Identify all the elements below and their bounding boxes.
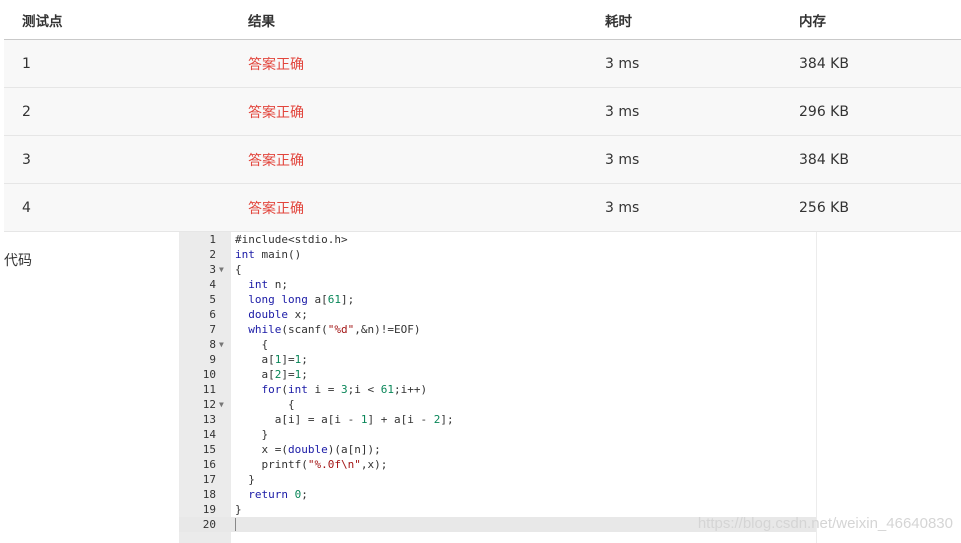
line-number: 2 [209,248,216,261]
code-text: return 0; [248,488,308,501]
code-line[interactable]: 5 long long a[61]; [179,292,816,307]
code-line[interactable]: 3 ▼ { [179,262,816,277]
table-row: 2 答案正确 3 ms 296 KB [4,88,961,136]
result-status: 答案正确 [248,152,304,169]
line-number: 3 [209,263,216,276]
code-line[interactable]: 13 a[i] = a[i - 1] + a[i - 2]; [179,412,816,427]
code-text: { [235,338,269,351]
line-number: 7 [209,323,216,336]
code-line[interactable]: 9 a[1]=1; [179,352,816,367]
code-text: x =(double)(a[n]); [235,443,381,456]
code-line[interactable]: 18 return 0; [179,487,816,502]
header-memory: 内存 [799,13,826,30]
code-text: printf("%.0f\n",x); [235,458,388,471]
line-number: 10 [202,368,216,381]
line-number: 1 [209,233,216,246]
time-value: 3 ms [605,151,640,168]
watermark: https://blog.csdn.net/weixin_46640830 [697,515,953,532]
code-line[interactable]: 15 x =(double)(a[n]); [179,442,816,457]
memory-value: 384 KB [799,151,849,168]
code-line[interactable]: 1 #include<stdio.h> [179,232,816,247]
fold-arrow-icon[interactable]: ▼ [219,262,224,277]
line-number: 6 [209,308,216,321]
result-status: 答案正确 [248,200,304,217]
test-point-id: 3 [22,151,31,168]
code-text: } [235,473,255,486]
code-text: a[i] = a[i - 1] + a[i - 2]; [235,413,454,426]
test-point-id: 1 [22,55,31,72]
code-text: } [235,428,269,441]
line-number: 13 [202,413,216,426]
code-text: long long a[61]; [248,293,355,306]
line-number: 12 [202,398,216,411]
result-status: 答案正确 [248,56,304,73]
code-label: 代码 [4,253,32,269]
code-line[interactable]: 6 double x; [179,307,816,322]
line-number: 18 [202,488,216,501]
code-text: int n; [248,278,288,291]
code-text: { [235,398,295,411]
code-line[interactable]: 8 ▼ { [179,337,816,352]
code-editor[interactable]: 1 #include<stdio.h> 2 int main() 3 ▼{4 int n;… [179,232,817,543]
time-value: 3 ms [605,199,640,216]
fold-arrow-icon[interactable]: ▼ [219,397,224,412]
line-number: 15 [202,443,216,456]
line-number: 17 [202,473,216,486]
code-line[interactable]: 2 int main() [179,247,816,262]
test-point-id: 2 [22,103,31,120]
table-header: 测试点 结果 耗时 内存 [4,0,961,40]
code-text: for(int i = 3;i < 61;i++) [261,383,428,396]
line-number: 14 [202,428,216,441]
time-value: 3 ms [605,55,640,72]
line-number: 11 [202,383,216,396]
code-text: #include<stdio.h> [235,233,348,246]
memory-value: 384 KB [799,55,849,72]
memory-value: 256 KB [799,199,849,216]
header-test-point: 测试点 [22,13,63,30]
code-line[interactable]: 17 } [179,472,816,487]
code-line[interactable]: 4 int n; [179,277,816,292]
table-row: 3 答案正确 3 ms 384 KB [4,136,961,184]
code-text: a[2]=1; [235,368,308,381]
code-text: int main() [235,248,302,261]
line-number: 9 [209,353,216,366]
code-line[interactable]: 14 } [179,427,816,442]
header-result: 结果 [248,13,275,30]
table-row: 4 答案正确 3 ms 256 KB [4,184,961,232]
code-text: { [235,263,242,276]
text-cursor [235,518,236,531]
code-line[interactable]: 10 a[2]=1; [179,367,816,382]
line-number: 8 [209,338,216,351]
result-status: 答案正确 [248,104,304,121]
code-text: double x; [248,308,308,321]
code-line[interactable]: 11 for(int i = 3;i < 61;i++) [179,382,816,397]
line-number: 5 [209,293,216,306]
header-time: 耗时 [605,13,632,30]
memory-value: 296 KB [799,103,849,120]
code-text: a[1]=1; [235,353,308,366]
results-table: 测试点 结果 耗时 内存 1 答案正确 3 ms 384 KB 2 答案正确 3… [4,0,961,232]
code-line[interactable]: 16 printf("%.0f\n",x); [179,457,816,472]
time-value: 3 ms [605,103,640,120]
fold-arrow-icon[interactable]: ▼ [219,337,224,352]
code-lines[interactable]: 1 #include<stdio.h> 2 int main() 3 ▼{4 int n;… [179,232,816,532]
code-line[interactable]: 12 ▼ { [179,397,816,412]
line-number: 4 [209,278,216,291]
test-point-id: 4 [22,199,31,216]
code-line[interactable]: 7 while(scanf("%d",&n)!=EOF) [179,322,816,337]
table-row: 1 答案正确 3 ms 384 KB [4,40,961,88]
line-number: 16 [202,458,216,471]
code-text: } [235,503,242,516]
line-number: 19 [202,503,216,516]
code-text: while(scanf("%d",&n)!=EOF) [248,323,421,336]
line-number: 20 [202,518,216,531]
